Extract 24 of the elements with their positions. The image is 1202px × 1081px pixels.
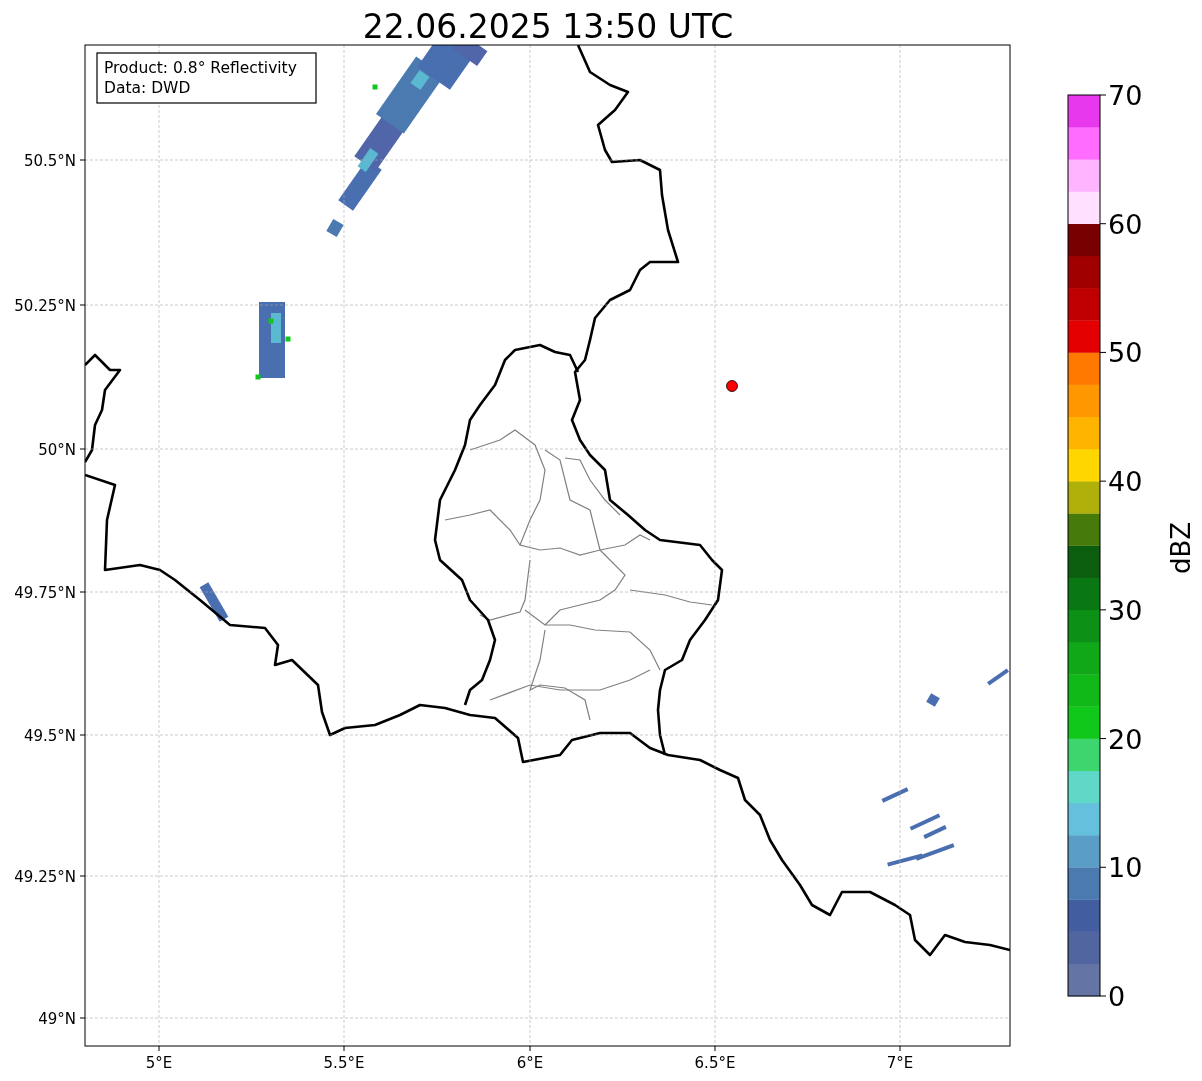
latitude-label: 49.25°N bbox=[14, 868, 76, 886]
longitude-label: 5.5°E bbox=[323, 1054, 365, 1072]
colorbar-tick-label: 10 bbox=[1108, 852, 1143, 884]
legend-text: Product: 0.8° Reflectivity bbox=[104, 59, 297, 77]
longitude-label: 6°E bbox=[516, 1054, 544, 1072]
longitude-label: 6.5°E bbox=[694, 1054, 736, 1072]
legend-text: Data: DWD bbox=[104, 79, 191, 97]
colorbar-label: dBZ bbox=[1166, 521, 1196, 575]
latitude-label: 49.5°N bbox=[23, 727, 76, 745]
map-title: 22.06.2025 13:50 UTC bbox=[362, 7, 734, 46]
longitude-label: 5°E bbox=[145, 1054, 173, 1072]
colorbar-tick-label: 60 bbox=[1108, 208, 1143, 240]
latitude-label: 49°N bbox=[38, 1010, 76, 1028]
colorbar-tick-label: 0 bbox=[1108, 981, 1126, 1012]
latitude-label: 50°N bbox=[38, 441, 76, 459]
longitude-label: 7°E bbox=[886, 1054, 914, 1072]
colorbar-tick-label: 20 bbox=[1108, 723, 1143, 755]
colorbar-tick-label: 40 bbox=[1108, 466, 1143, 498]
colorbar-tick-label: 50 bbox=[1108, 337, 1143, 369]
colorbar-tick-label: 30 bbox=[1108, 594, 1143, 626]
latitude-label: 49.75°N bbox=[14, 584, 76, 602]
latitude-label: 50.5°N bbox=[23, 152, 76, 170]
colorbar-tick-label: 70 bbox=[1108, 80, 1143, 111]
latitude-label: 50.25°N bbox=[14, 297, 76, 315]
